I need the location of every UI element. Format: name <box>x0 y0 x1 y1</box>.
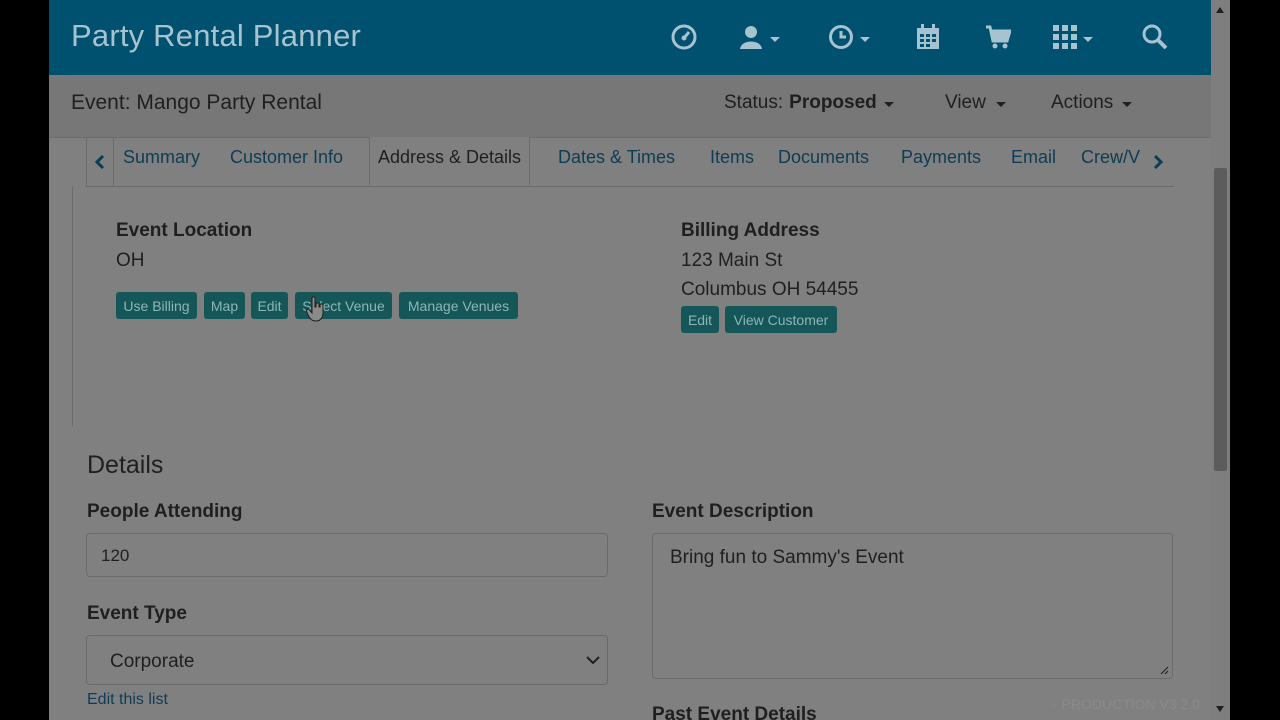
status-value: Proposed <box>789 92 877 113</box>
billing-address-line2: Columbus OH 54455 <box>681 279 859 300</box>
view-dropdown[interactable]: View <box>945 92 1006 114</box>
grid-icon <box>1053 25 1077 49</box>
user-icon <box>740 26 762 49</box>
user-menu[interactable] <box>738 22 780 52</box>
tab-dates-times[interactable]: Dates & Times <box>558 147 675 168</box>
tab-documents[interactable]: Documents <box>778 147 869 168</box>
people-attending-label: People Attending <box>87 501 243 522</box>
map-button[interactable]: Map <box>204 292 245 319</box>
version-watermark: - PRODUCTION V3.2.0 <box>1053 696 1201 712</box>
status-label: Status: <box>724 92 784 113</box>
manage-venues-button[interactable]: Manage Venues <box>399 292 518 319</box>
chevron-down-icon <box>770 36 780 42</box>
chevron-down-icon <box>860 36 870 42</box>
tabs-scroll-left[interactable] <box>86 137 114 186</box>
search-icon[interactable] <box>1142 22 1168 52</box>
event-type-select[interactable]: Corporate <box>86 635 608 685</box>
people-attending-input[interactable]: 120 <box>86 533 608 577</box>
event-type-label: Event Type <box>87 603 187 624</box>
address-panel: Event Location OH Use Billing Map Edit S… <box>72 186 1175 426</box>
event-location-value: OH <box>116 250 145 271</box>
tab-crew[interactable]: Crew/V <box>1081 147 1147 168</box>
tab-items[interactable]: Items <box>710 147 754 168</box>
tab-bar: Summary Customer Info Address & Details … <box>86 137 1174 187</box>
chevron-left-icon <box>95 154 105 169</box>
event-description-label: Event Description <box>652 501 814 522</box>
apps-menu[interactable] <box>1053 22 1093 52</box>
hand-cursor-icon <box>306 296 324 322</box>
scroll-down-icon[interactable] <box>1216 706 1224 712</box>
edit-billing-button[interactable]: Edit <box>681 306 719 333</box>
actions-label: Actions <box>1051 92 1114 113</box>
event-description-value: Bring fun to Sammy's Event <box>670 547 904 568</box>
chevron-down-icon <box>586 656 600 665</box>
chevron-down-icon <box>1122 101 1133 107</box>
tab-address-details[interactable]: Address & Details <box>369 137 531 185</box>
actions-dropdown[interactable]: Actions <box>1051 92 1133 114</box>
chevron-down-icon <box>883 101 894 107</box>
use-billing-button[interactable]: Use Billing <box>116 292 197 319</box>
top-navbar: Party Rental Planner <box>49 0 1211 75</box>
edit-location-button[interactable]: Edit <box>251 292 288 319</box>
tab-payments[interactable]: Payments <box>901 147 981 168</box>
app-window: Party Rental Planner Event: Mango Party … <box>49 0 1230 720</box>
view-customer-button[interactable]: View Customer <box>725 306 837 333</box>
event-location-heading: Event Location <box>116 220 253 241</box>
chevron-down-icon <box>995 101 1006 107</box>
event-description-textarea[interactable]: Bring fun to Sammy's Event <box>652 533 1173 679</box>
event-type-value: Corporate <box>110 651 195 672</box>
clock-icon <box>829 25 853 49</box>
details-heading: Details <box>87 451 164 479</box>
dashboard-icon[interactable] <box>671 22 697 52</box>
edit-list-link[interactable]: Edit this list <box>87 691 168 709</box>
resize-handle-icon[interactable] <box>1160 666 1169 675</box>
people-attending-value: 120 <box>101 546 130 565</box>
chevron-down-icon <box>1083 36 1093 42</box>
page-title: Event: Mango Party Rental <box>71 91 322 114</box>
past-event-details-label: Past Event Details <box>652 704 817 720</box>
app-title[interactable]: Party Rental Planner <box>71 18 361 54</box>
cart-icon[interactable] <box>985 22 1011 52</box>
billing-address-line1: 123 Main St <box>681 250 783 271</box>
scrollbar-thumb[interactable] <box>1214 168 1227 471</box>
chevron-right-icon <box>1153 154 1163 169</box>
view-label: View <box>945 92 986 113</box>
recent-menu[interactable] <box>828 22 870 52</box>
tab-customer-info[interactable]: Customer Info <box>230 147 343 168</box>
scroll-up-icon[interactable] <box>1216 7 1224 13</box>
vertical-scrollbar[interactable] <box>1211 0 1230 720</box>
tabs-scroll-right[interactable] <box>1145 137 1171 186</box>
status-dropdown[interactable]: Status: Proposed <box>724 92 894 114</box>
tab-summary[interactable]: Summary <box>123 147 200 168</box>
tab-email[interactable]: Email <box>1011 147 1056 168</box>
calendar-icon[interactable] <box>916 22 940 52</box>
billing-address-heading: Billing Address <box>681 220 820 241</box>
event-header: Event: Mango Party Rental Status: Propos… <box>49 75 1211 138</box>
